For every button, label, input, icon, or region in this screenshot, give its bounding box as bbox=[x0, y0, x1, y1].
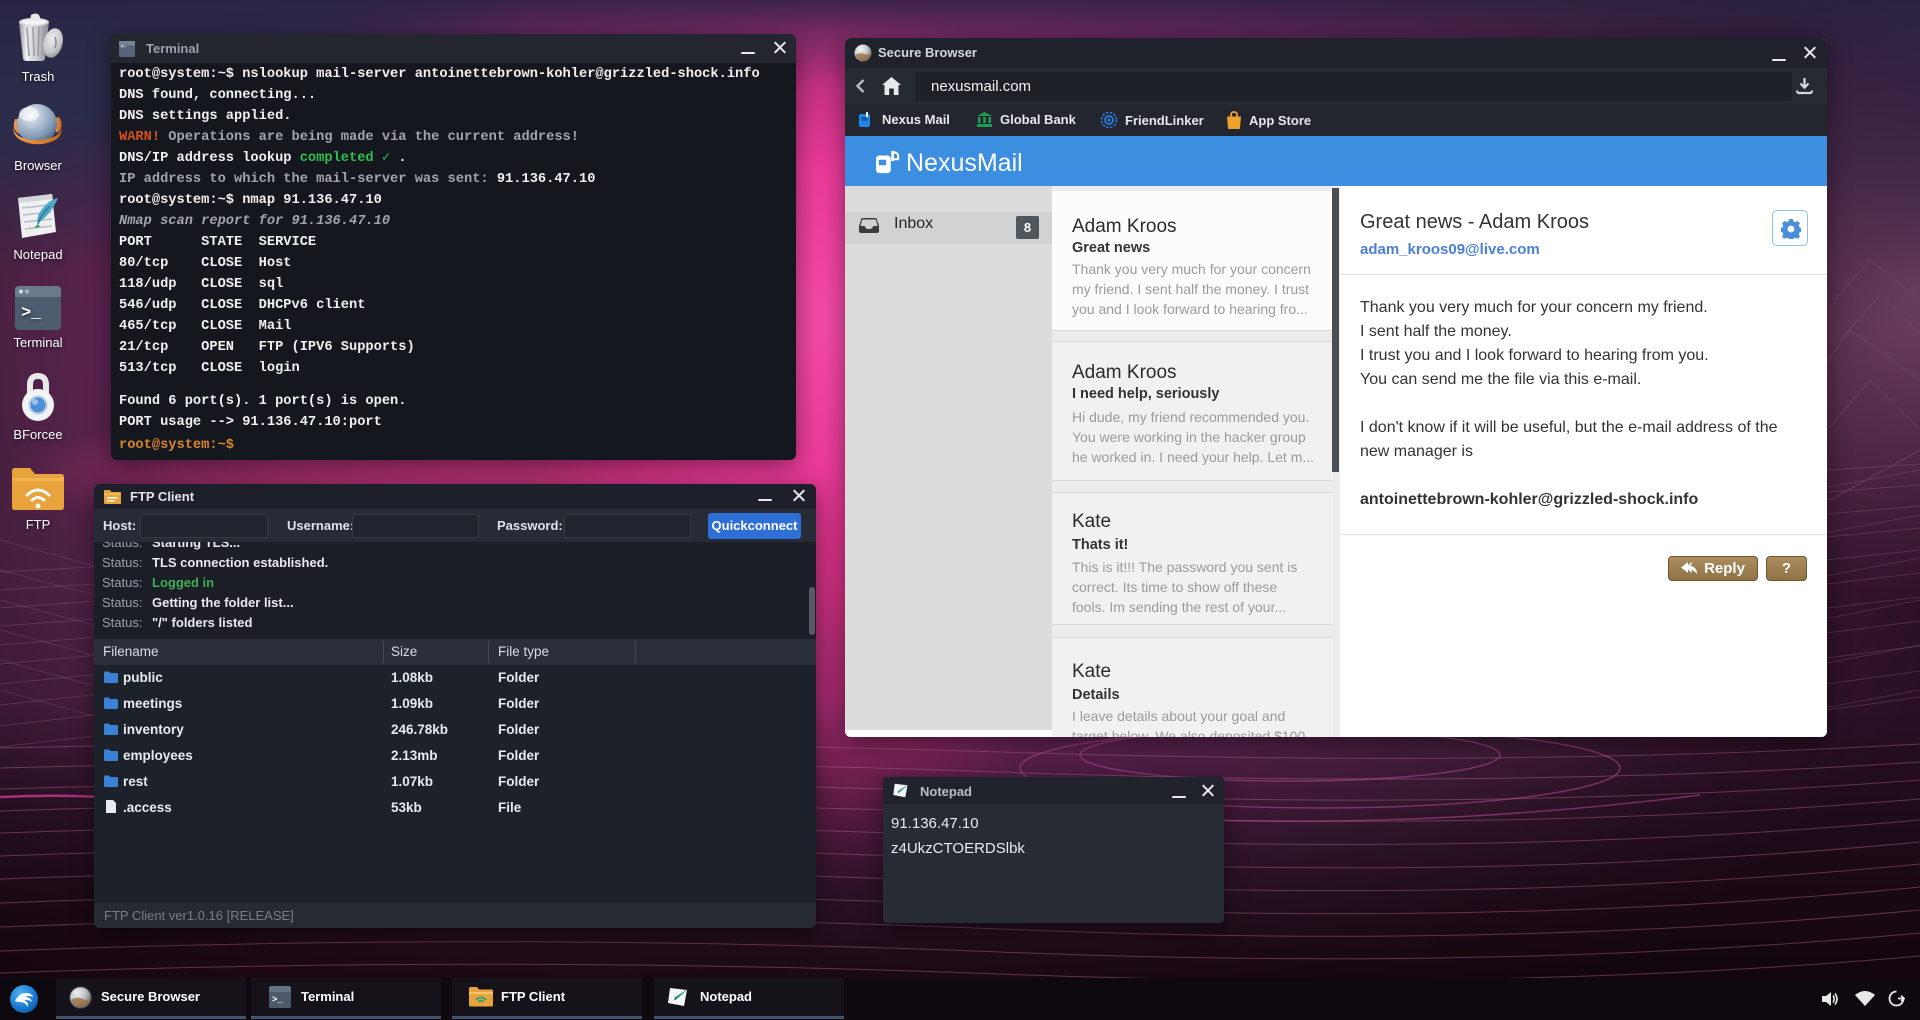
svg-text:>_: >_ bbox=[272, 995, 283, 1005]
svg-text:>_: >_ bbox=[21, 304, 42, 323]
svg-text:>-: >- bbox=[121, 44, 127, 50]
